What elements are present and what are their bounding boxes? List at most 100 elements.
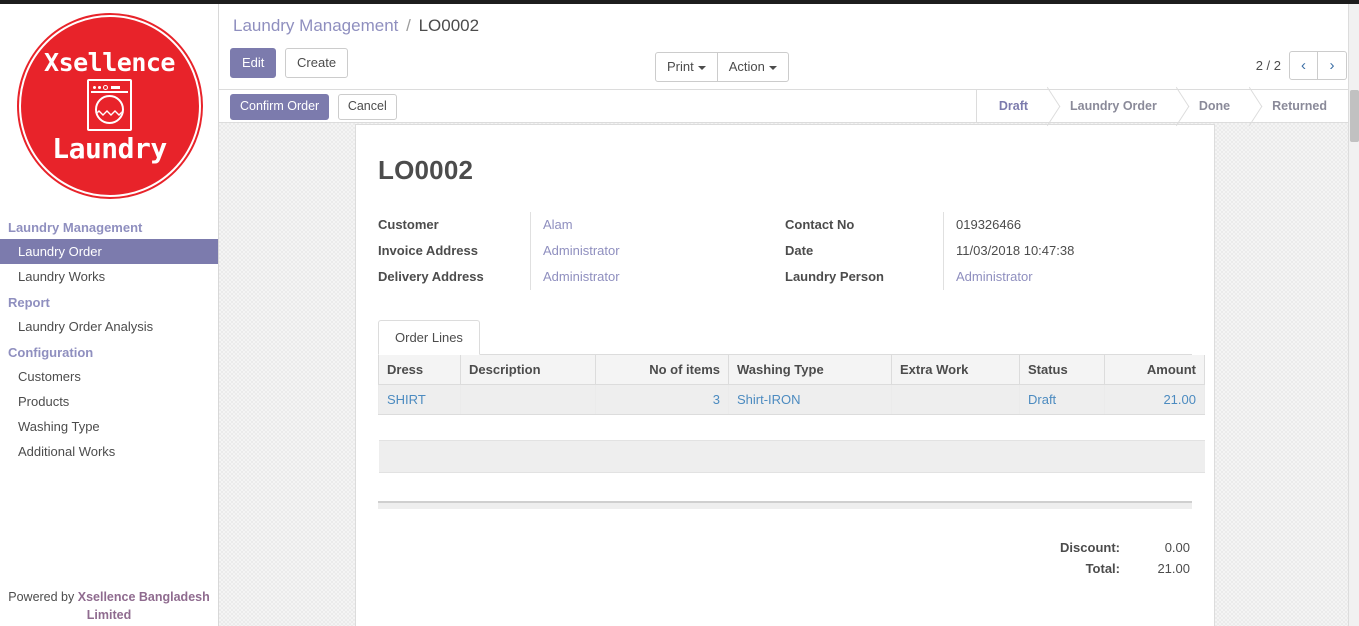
column-header-amount[interactable]: Amount xyxy=(1104,355,1205,385)
status-action-bar: Confirm Order Cancel Draft Laundry Order… xyxy=(219,90,1359,123)
form-column-right: Contact No Date Laundry Person 019326466… xyxy=(785,212,1192,290)
cancel-button[interactable]: Cancel xyxy=(337,94,397,120)
sidebar-item-laundry-works[interactable]: Laundry Works xyxy=(0,264,218,289)
create-button[interactable]: Create xyxy=(285,48,349,78)
table-footer-separator xyxy=(378,501,1192,509)
value-discount: 0.00 xyxy=(1164,540,1190,555)
toolbar-dropdown-group: Print Action xyxy=(655,52,789,82)
column-header-description[interactable]: Description xyxy=(460,355,596,385)
value-laundry-person[interactable]: Administrator xyxy=(956,264,1192,290)
print-dropdown-button[interactable]: Print xyxy=(655,52,718,82)
vertical-scrollbar[interactable] xyxy=(1348,4,1359,626)
powered-by-label: Powered by xyxy=(8,590,78,604)
machine-dot xyxy=(98,85,101,89)
sidebar: Xsellence Laundry Laundry Management Lau… xyxy=(0,4,219,626)
edit-button[interactable]: Edit xyxy=(230,48,277,78)
powered-by-brand: Xsellence Bangladesh Limited xyxy=(77,590,210,622)
table-header-row: Dress Description No of items Washing Ty… xyxy=(378,355,1205,385)
machine-panel xyxy=(91,84,128,93)
sidebar-item-laundry-order[interactable]: Laundry Order xyxy=(0,239,218,264)
app-window: Xsellence Laundry Laundry Management Lau… xyxy=(0,0,1359,626)
sidebar-footer: Powered by Xsellence Bangladesh Limited xyxy=(0,588,218,624)
status-stage-draft[interactable]: Draft xyxy=(976,90,1049,122)
label-contact-no: Contact No xyxy=(785,217,855,232)
label-delivery-address: Delivery Address xyxy=(378,269,484,284)
sidebar-item-additional-works[interactable]: Additional Works xyxy=(0,439,218,464)
cell-amount[interactable]: 21.00 xyxy=(1104,384,1205,415)
column-header-no-of-items[interactable]: No of items xyxy=(595,355,729,385)
table-row[interactable]: SHIRT 3 Shirt-IRON Draft 21.00 xyxy=(378,384,1205,415)
sidebar-item-laundry-order-analysis[interactable]: Laundry Order Analysis xyxy=(0,314,218,339)
page-title: LO0002 xyxy=(378,155,474,185)
form-right-values: 019326466 11/03/2018 10:47:38 Administra… xyxy=(943,212,1192,290)
pager-buttons: ‹ › xyxy=(1289,51,1347,80)
label-total: Total: xyxy=(1085,561,1120,576)
value-delivery-address[interactable]: Administrator xyxy=(543,264,785,290)
cell-description[interactable] xyxy=(460,384,596,415)
label-invoice-address: Invoice Address xyxy=(378,243,478,258)
chevron-down-icon xyxy=(697,65,706,70)
machine-knob-icon xyxy=(103,84,108,90)
status-stage-laundry-order[interactable]: Laundry Order xyxy=(1048,90,1177,122)
column-header-extra-work[interactable]: Extra Work xyxy=(891,355,1020,385)
cell-dress[interactable]: SHIRT xyxy=(378,384,461,415)
sidebar-menu: Laundry Management Laundry Order Laundry… xyxy=(0,204,218,464)
chevron-right-icon[interactable]: › xyxy=(1318,51,1347,80)
form-left-values: Alam Administrator Administrator xyxy=(530,212,785,290)
table-spacer-row xyxy=(378,414,1205,441)
tab-order-lines[interactable]: Order Lines xyxy=(378,320,480,355)
add-line-row[interactable] xyxy=(378,440,1205,473)
order-lines-body: SHIRT 3 Shirt-IRON Draft 21.00 xyxy=(378,384,1205,473)
status-stage-returned[interactable]: Returned xyxy=(1250,90,1347,122)
label-laundry-person: Laundry Person xyxy=(785,269,884,284)
notebook-tabs: Order Lines xyxy=(378,320,1192,355)
order-lines-header: Dress Description No of items Washing Ty… xyxy=(378,355,1205,385)
value-contact-no[interactable]: 019326466 xyxy=(956,212,1192,238)
sidebar-item-products[interactable]: Products xyxy=(0,389,218,414)
form-background: LO0002 Customer Invoice Address Delivery… xyxy=(219,123,1359,626)
sidebar-section-configuration: Configuration xyxy=(8,345,94,360)
value-date[interactable]: 11/03/2018 10:47:38 xyxy=(956,238,1192,264)
value-total: 21.00 xyxy=(1157,561,1190,576)
label-customer: Customer xyxy=(378,217,439,232)
value-customer[interactable]: Alam xyxy=(543,212,785,238)
cell-extra-work[interactable] xyxy=(891,384,1020,415)
total-row-total: Total: 21.00 xyxy=(378,558,1190,579)
cell-no-of-items[interactable]: 3 xyxy=(595,384,729,415)
breadcrumb-root[interactable]: Laundry Management xyxy=(233,16,398,35)
scrollbar-thumb[interactable] xyxy=(1350,90,1359,142)
machine-dot xyxy=(93,85,96,89)
table-spacer-cell xyxy=(378,414,1205,441)
washing-machine-icon xyxy=(87,78,132,131)
add-line-cell[interactable] xyxy=(378,440,1205,473)
notebook: Order Lines Dress Description No of item… xyxy=(378,320,1205,579)
totals-block: Discount: 0.00 Total: 21.00 xyxy=(378,537,1192,579)
action-label: Action xyxy=(728,59,765,74)
action-dropdown-button[interactable]: Action xyxy=(716,52,789,82)
label-discount: Discount: xyxy=(1060,540,1120,555)
pager-count: 2 / 2 xyxy=(1255,58,1281,73)
form-left-labels: Customer Invoice Address Delivery Addres… xyxy=(378,212,530,290)
main-panel: Laundry Management / LO0002 Edit Create … xyxy=(219,4,1359,626)
value-invoice-address[interactable]: Administrator xyxy=(543,238,785,264)
water-wave-icon xyxy=(97,109,122,116)
breadcrumb-separator: / xyxy=(406,16,411,35)
sidebar-section-report: Report xyxy=(8,295,50,310)
breadcrumb-current: LO0002 xyxy=(418,16,480,35)
logo-bottom-text: Laundry xyxy=(52,131,167,165)
cell-washing-type[interactable]: Shirt-IRON xyxy=(728,384,892,415)
form-toolbar: Edit Create Print Action 2 / 2 ‹ › xyxy=(219,48,1359,90)
breadcrumb: Laundry Management / LO0002 xyxy=(219,4,1359,48)
chevron-left-icon[interactable]: ‹ xyxy=(1289,51,1318,80)
pager: 2 / 2 ‹ › xyxy=(1256,51,1347,80)
cell-status[interactable]: Draft xyxy=(1019,384,1105,415)
column-header-status[interactable]: Status xyxy=(1019,355,1105,385)
form-fields: Customer Invoice Address Delivery Addres… xyxy=(378,212,1192,290)
column-header-dress[interactable]: Dress xyxy=(378,355,461,385)
sidebar-item-customers[interactable]: Customers xyxy=(0,364,218,389)
column-header-washing-type[interactable]: Washing Type xyxy=(728,355,892,385)
sidebar-item-washing-type[interactable]: Washing Type xyxy=(0,414,218,439)
confirm-order-button[interactable]: Confirm Order xyxy=(230,94,330,120)
label-date: Date xyxy=(785,243,814,258)
form-sheet: LO0002 Customer Invoice Address Delivery… xyxy=(355,124,1215,626)
